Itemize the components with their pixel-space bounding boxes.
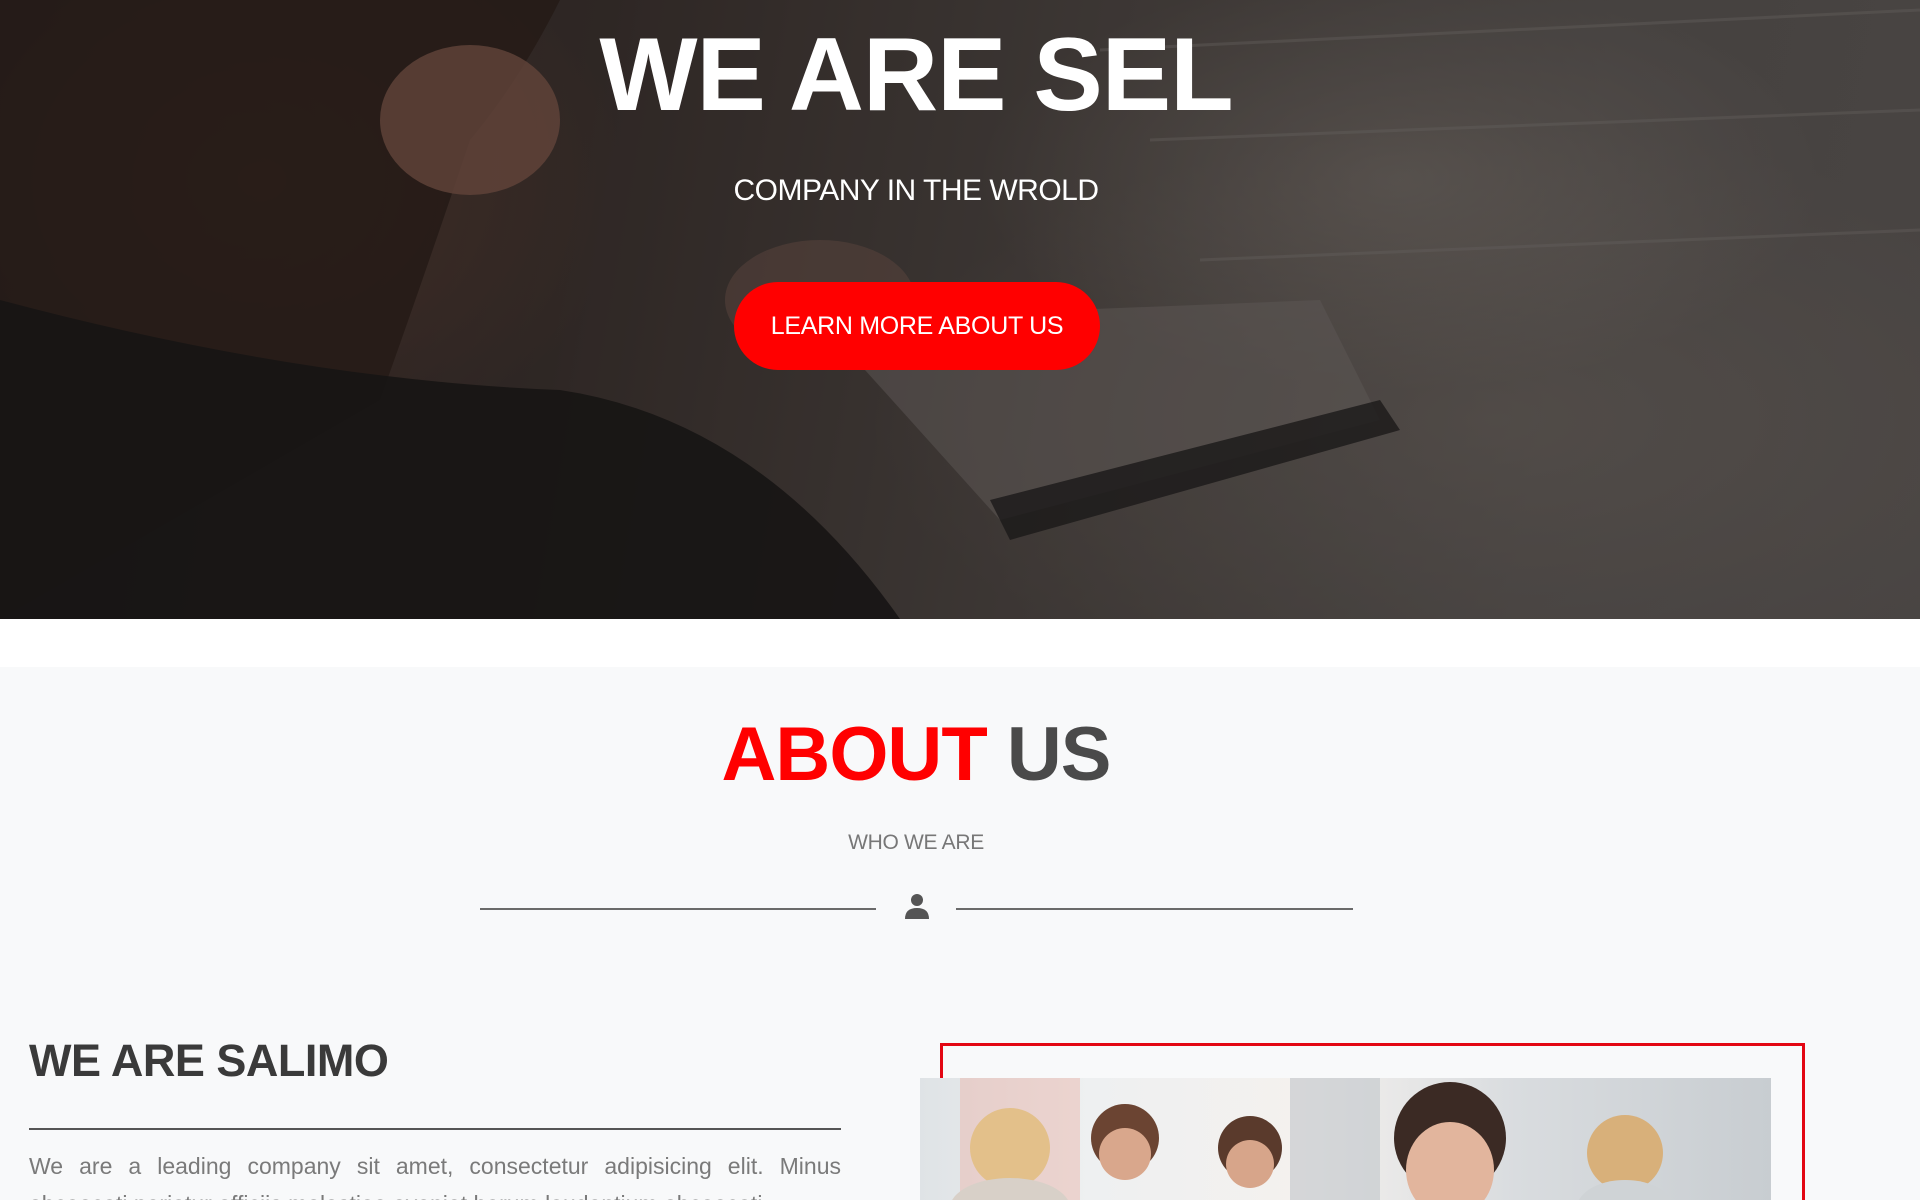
divider-line-left: [480, 908, 876, 910]
learn-more-button[interactable]: LEARN MORE ABOUT US: [734, 282, 1100, 370]
intro-text: We are a leading company sit amet, conse…: [29, 1153, 841, 1200]
hero-section: WE ARE SEL COMPANY IN THE WROLD LEARN MO…: [0, 0, 1920, 619]
hero-title: WE ARE SEL: [599, 17, 1233, 133]
intro-rule: [29, 1128, 841, 1130]
intro-title-bold: SALIMO: [216, 1035, 389, 1086]
about-heading-rest: US: [1006, 712, 1112, 797]
about-heading-accent: ABOUT: [721, 712, 988, 797]
about-heading: ABOUT US: [0, 711, 1832, 799]
hero-subtitle: COMPANY IN THE WROLD: [733, 174, 1099, 207]
user-icon: [905, 894, 929, 919]
divider-line-right: [956, 908, 1353, 910]
about-subheading: WHO WE ARE: [848, 831, 984, 854]
intro-title: WE ARE SALIMO: [29, 1035, 389, 1087]
team-photo: [920, 1078, 1771, 1200]
intro-title-light: WE ARE: [29, 1035, 205, 1086]
about-section: ABOUT US WHO WE ARE WE ARE SALIMO We are…: [0, 667, 1920, 1200]
section-spacer: [0, 619, 1920, 667]
